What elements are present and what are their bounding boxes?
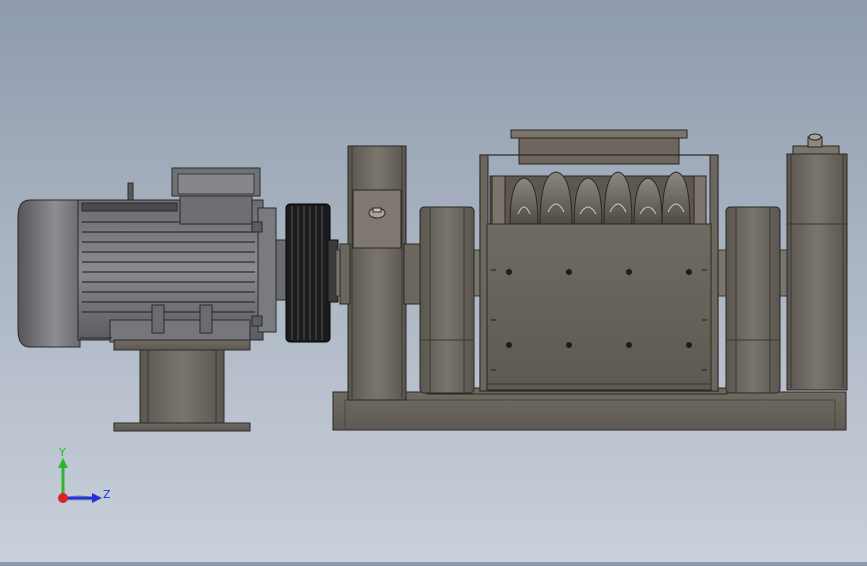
motor-fan-cover — [17, 199, 81, 348]
rotor-casing — [486, 223, 712, 391]
cad-graphics-viewport[interactable]: Y Z — [0, 0, 867, 562]
triad-label-y: Y — [58, 446, 66, 459]
crusher-rotor-box[interactable] — [479, 129, 719, 392]
motor[interactable] — [17, 167, 287, 348]
base-frame[interactable] — [332, 387, 847, 431]
flywheel-right[interactable] — [725, 206, 781, 394]
coordinate-triad[interactable]: Y Z — [58, 446, 111, 503]
motor-foot — [109, 319, 251, 343]
rotor-hammers — [489, 171, 707, 225]
motor-lifting-eye — [127, 182, 134, 201]
flywheel-left[interactable] — [419, 206, 475, 394]
feed-hopper — [510, 129, 688, 139]
x-axis-dot — [58, 493, 68, 503]
bearing-housing-right[interactable] — [786, 133, 848, 391]
bearing-housing-left[interactable] — [339, 145, 421, 401]
motor-stand[interactable] — [113, 339, 251, 432]
v-belt-pulley[interactable] — [285, 203, 339, 343]
triad-label-z: Z — [103, 488, 111, 501]
